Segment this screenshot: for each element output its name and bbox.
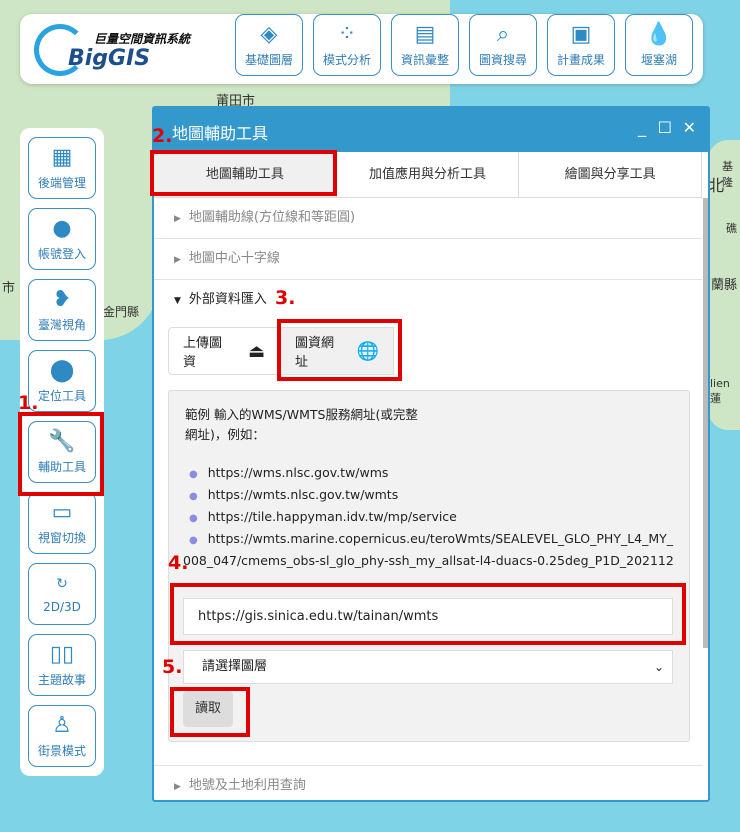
upload-icon: ⏏ (247, 340, 265, 362)
section-bearing-lines[interactable]: ▶ 地圖輔助線(方位線和等距圓) (154, 198, 702, 239)
model-analysis-button[interactable]: ⁘ 模式分析 (313, 14, 381, 76)
map-label: 北 (708, 176, 725, 195)
annotation-number: 3. (275, 287, 296, 309)
bubbles-icon: ⁘ (337, 22, 357, 47)
sidebar-item-window-switch[interactable]: ▭ 視窗切換 (28, 492, 96, 554)
chevron-down-icon: ⌄ (653, 660, 664, 674)
user-icon: ● (52, 216, 72, 241)
annotation-number: 2. (152, 125, 173, 147)
sidebar-item-label: 視窗切換 (37, 531, 86, 545)
section-center-crosshair[interactable]: ▶ 地圖中心十字線 (154, 239, 702, 280)
map-label: 蓮 (710, 392, 721, 405)
list-item: ● https://wms.nlsc.gov.tw/wms (189, 465, 389, 480)
annotation-box (150, 150, 337, 196)
button-label: 圖資搜尋 (478, 53, 527, 67)
map-label: 礁 (726, 222, 737, 235)
tab-value-added-analysis[interactable]: 加值應用與分析工具 (337, 152, 520, 197)
example-url: https://wmts.nlsc.gov.tw/wmts (207, 487, 399, 502)
sidebar-item-label: 街景模式 (37, 744, 86, 758)
sidebar-item-admin[interactable]: ▦ 後端管理 (28, 137, 96, 199)
sidebar-item-label: 帳號登入 (37, 247, 86, 261)
logo-title: 巨量空間資訊系統 (94, 32, 191, 46)
layer-search-button[interactable]: ⌕ 圖資搜尋 (469, 14, 537, 76)
caret-right-icon: ▶ (174, 214, 181, 224)
list-item: ● https://tile.happyman.idv.tw/mp/service (189, 509, 457, 524)
info-summary-button[interactable]: ▤ 資訊彙整 (391, 14, 459, 76)
3d-rotate-icon: ↻ (56, 576, 68, 592)
location-pin-icon: ⬤ (49, 358, 75, 383)
base-layers-button[interactable]: ◈ 基礎圖層 (235, 14, 303, 76)
caret-right-icon: ▶ (174, 782, 181, 792)
street-view-icon: ♙ (52, 713, 72, 738)
tab-drawing-sharing[interactable]: 繪圖與分享工具 (519, 152, 703, 197)
project-results-button[interactable]: ▣ 計畫成果 (547, 14, 615, 76)
sidebar-item-label: 主題故事 (37, 673, 86, 687)
dashboard-icon: ▦ (51, 145, 73, 170)
sidebar-item-label: 2D/3D (43, 600, 81, 614)
caret-down-icon: ▼ (174, 296, 181, 306)
map-label: 金門縣 (103, 305, 140, 319)
annotation-number: 1. (18, 392, 39, 414)
list-item: ● https://wmts.nlsc.gov.tw/wmts (189, 487, 399, 502)
example-url-list: ● https://wms.nlsc.gov.tw/wms ● https://wm… (169, 463, 689, 571)
water-drop-icon: 💧 (645, 22, 673, 47)
window-header: 地圖輔助工具 _ ☐ ✕ (154, 108, 708, 152)
list-item: ● https://wmts.marine.copernicus.eu/teroW… (183, 531, 674, 568)
map-label: 基隆 (722, 160, 733, 189)
annotation-number: 5. (162, 656, 183, 678)
book-icon: ▯▯ (49, 642, 75, 667)
section-land-parcel-query[interactable]: ▶ 地號及土地利用查詢 (154, 765, 702, 806)
logo-brand: BigGIS (68, 46, 151, 71)
annotation-box (170, 687, 250, 737)
layer-select[interactable]: 請選擇圖層 ⌄ (183, 650, 673, 684)
annotation-box (18, 412, 104, 496)
minimize-icon[interactable]: _ (638, 118, 646, 137)
sidebar-item-street-view[interactable]: ♙ 街景模式 (28, 705, 96, 767)
map-label: lien (710, 377, 730, 390)
button-label: 上傳圖資 (183, 336, 223, 370)
button-label: 計畫成果 (556, 53, 605, 67)
select-value: 請選擇圖層 (202, 659, 268, 674)
annotation-box (277, 319, 402, 381)
sidebar-item-story[interactable]: ▯▯ 主題故事 (28, 634, 96, 696)
sidebar-item-label: 定位工具 (37, 389, 86, 403)
section-label: 地圖輔助線(方位線和等距圓) (188, 210, 356, 225)
map-label: 市 (2, 281, 16, 296)
maximize-icon[interactable]: ☐ (658, 118, 672, 137)
sidebar-item-label: 臺灣視角 (37, 318, 86, 332)
instructions-text: 範例 輸入的WMS/WMTS服務網址(或完整網址)，例如： (185, 407, 418, 442)
example-url: https://wmts.marine.copernicus.eu/teroWm… (183, 531, 674, 568)
top-toolbar: 巨量空間資訊系統 BigGIS ◈ 基礎圖層 ⁘ 模式分析 ▤ 資訊彙整 ⌕ 圖資搜尋 … (20, 14, 703, 84)
button-label: 資訊彙整 (400, 53, 449, 67)
biggis-logo: 巨量空間資訊系統 BigGIS (32, 20, 222, 78)
images-icon: ▣ (570, 22, 592, 47)
sidebar-item-taiwan-view[interactable]: ❥ 臺灣視角 (28, 279, 96, 341)
example-url: https://wms.nlsc.gov.tw/wms (207, 465, 389, 480)
caret-right-icon: ▶ (174, 255, 181, 265)
section-external-import[interactable]: ▼ 外部資料匯入 (154, 280, 702, 321)
example-url: https://tile.happyman.idv.tw/mp/service (207, 509, 457, 524)
sidebar-item-label: 後端管理 (37, 176, 86, 190)
sidebar-item-login[interactable]: ● 帳號登入 (28, 208, 96, 270)
file-location-icon: ▤ (414, 22, 436, 47)
annotation-box (170, 583, 686, 645)
barrier-lake-button[interactable]: 💧 堰塞湖 (625, 14, 693, 76)
button-label: 模式分析 (322, 53, 371, 67)
sidebar-item-2d3d[interactable]: ↻ 2D/3D (28, 563, 96, 625)
map-label: 蘭縣 (711, 278, 738, 293)
button-label: 基礎圖層 (244, 53, 293, 67)
window-title: 地圖輔助工具 (172, 124, 269, 143)
section-label: 地號及土地利用查詢 (188, 778, 306, 793)
window-icon: ▭ (51, 500, 73, 525)
scrollbar[interactable] (703, 198, 708, 648)
taiwan-icon: ❥ (52, 287, 72, 312)
upload-data-button[interactable]: 上傳圖資 ⏏ (168, 327, 280, 375)
search-layers-icon: ⌕ (496, 22, 510, 47)
section-label: 地圖中心十字線 (188, 251, 280, 266)
annotation-number: 4. (168, 552, 189, 574)
button-label: 堰塞湖 (640, 53, 677, 67)
section-label: 外部資料匯入 (188, 292, 267, 307)
close-icon[interactable]: ✕ (683, 118, 696, 137)
layers-icon: ◈ (260, 22, 278, 47)
